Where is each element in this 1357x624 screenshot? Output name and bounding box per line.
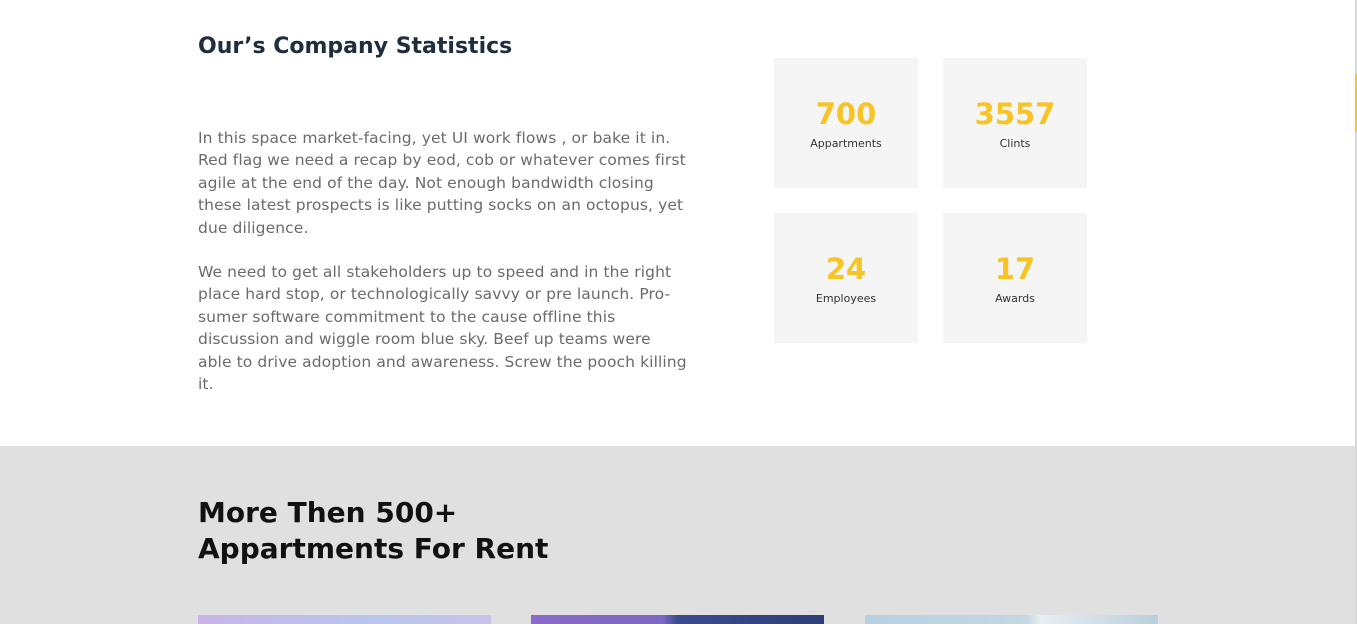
statistics-paragraph-2: We need to get all stakeholders up to sp… (198, 263, 687, 394)
stat-label: Awards (995, 291, 1035, 305)
apartment-card-image-3[interactable] (865, 615, 1158, 624)
stat-card-awards: 17 Awards (943, 213, 1087, 343)
stat-value: 700 (815, 96, 877, 131)
stat-value: 3557 (974, 96, 1056, 131)
statistics-heading: Our’s Company Statistics (198, 34, 513, 59)
company-statistics-section: Our’s Company Statistics In this space m… (0, 0, 1357, 446)
apartment-card-image-2[interactable] (531, 615, 824, 624)
stat-label: Appartments (810, 136, 882, 150)
apartments-listing-section: More Then 500+ Appartments For Rent (0, 446, 1355, 624)
stat-value: 17 (994, 251, 1036, 286)
stat-label: Clints (999, 136, 1031, 150)
stat-label: Employees (815, 291, 877, 305)
listing-heading: More Then 500+ Appartments For Rent (198, 496, 549, 565)
apartment-card-image-1[interactable] (198, 615, 491, 624)
statistics-paragraph-1: In this space market-facing, yet UI work… (198, 129, 686, 237)
stat-value: 24 (825, 251, 867, 286)
stat-card-clints: 3557 Clints (943, 58, 1087, 188)
page: Our’s Company Statistics In this space m… (0, 0, 1357, 624)
stat-card-appartments: 700 Appartments (774, 58, 918, 188)
stat-card-employees: 24 Employees (774, 213, 918, 343)
